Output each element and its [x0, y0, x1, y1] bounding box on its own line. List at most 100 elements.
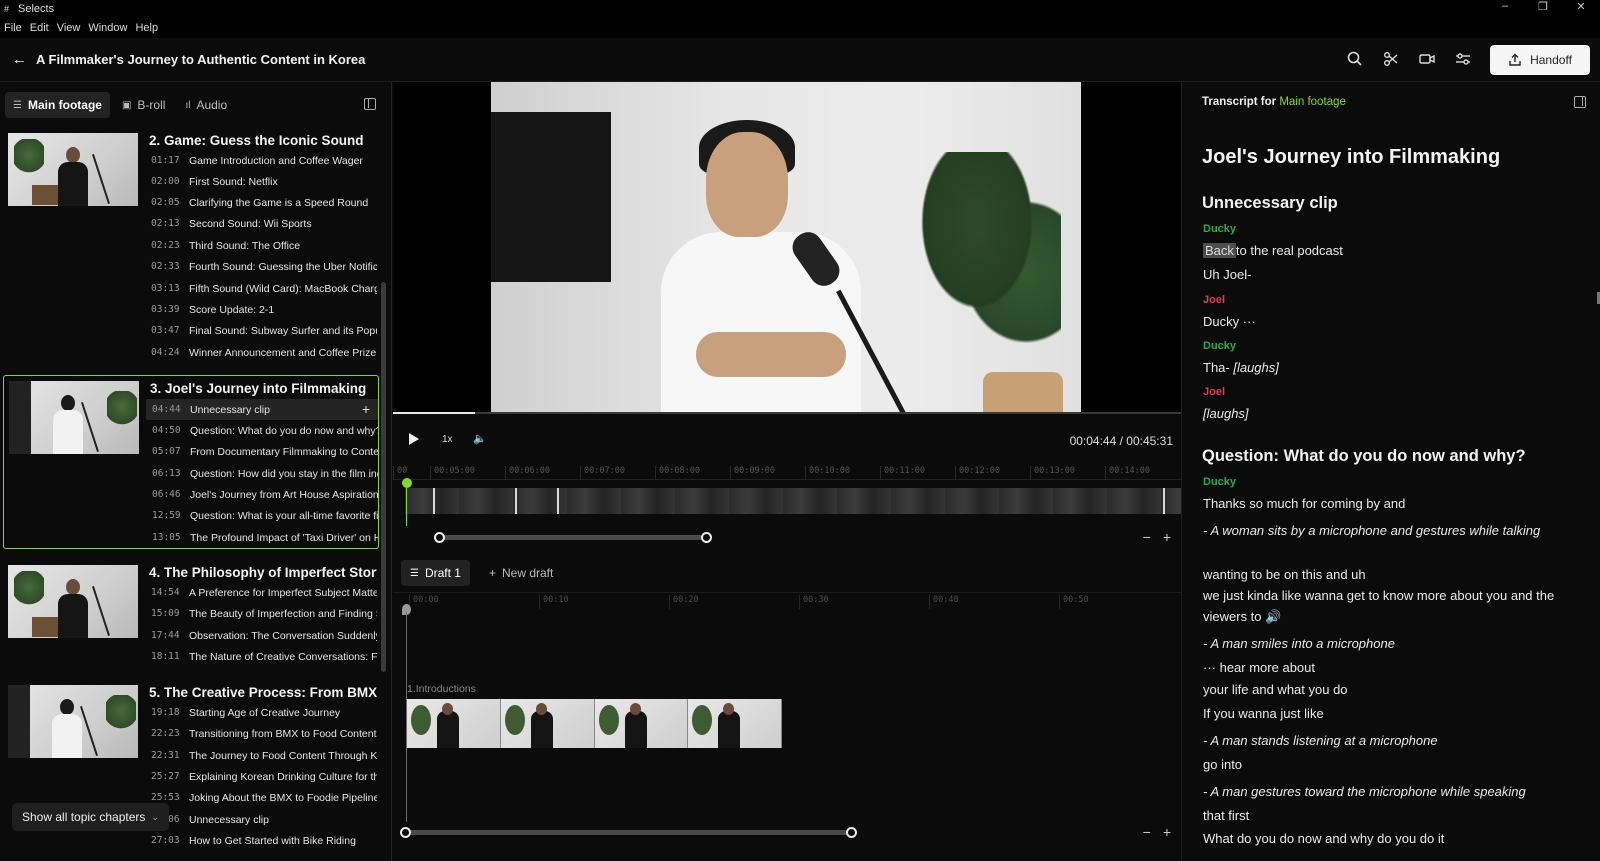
chapter-card[interactable]: 2. Game: Guess the Iconic Sound 01:17 Gam… [3, 128, 379, 368]
chapter-row[interactable]: 01:17 Game Introduction and Coffee Wager [145, 150, 377, 171]
chapter-row[interactable]: 22:23 Transitioning from BMX to Food Cont… [145, 723, 377, 744]
draft-zoom-end-handle[interactable] [846, 827, 857, 838]
transcript-line[interactable]: Back to the real podcast [1203, 240, 1563, 261]
tab-main-footage[interactable]: ☰ Main footage [5, 92, 110, 118]
transcript-line[interactable]: your life and what you do [1203, 679, 1563, 700]
chapter-row[interactable]: 06:13 Question: How did you stay in the f… [146, 463, 378, 484]
transcript-line[interactable]: What do you do now and why do you do it [1203, 828, 1563, 849]
broll-description[interactable]: - A man smiles into a microphone [1203, 633, 1563, 654]
draft-clip[interactable] [407, 699, 782, 748]
broll-description[interactable]: - A man gestures toward the microphone w… [1203, 781, 1563, 802]
chapter-row[interactable]: 25:53 Joking About the BMX to Foodie Pipe… [145, 787, 377, 808]
broll-description[interactable]: - A woman sits by a microphone and gestu… [1203, 520, 1563, 541]
menu-view[interactable]: View [57, 22, 81, 34]
chapter-row[interactable]: 03:13 Fifth Sound (Wild Card): MacBook Ch… [145, 278, 377, 299]
draft-timeline-ruler[interactable]: 00:00 00:10 00:20 00:30 00:40 00:50 [393, 592, 1181, 609]
chapter-row[interactable]: 03:39 Score Update: 2-1 [145, 299, 377, 320]
chapter-row[interactable]: 15:09 The Beauty of Imperfection and Find… [145, 603, 377, 624]
transcript-line[interactable]: Tha- [laughs] [1203, 357, 1563, 378]
chapter-card[interactable]: 5. The Creative Process: From BMX to Foo… [3, 680, 379, 861]
add-to-draft-icon[interactable]: + [362, 401, 370, 417]
zoom-in-icon[interactable]: + [1163, 824, 1171, 840]
chapter-row[interactable]: 05:07 From Documentary Filmmaking to Cont… [146, 441, 378, 462]
zoom-end-handle[interactable] [701, 532, 712, 543]
chapter-card[interactable]: 4. The Philosophy of Imperfect Storytell… [3, 560, 379, 670]
menu-help[interactable]: Help [135, 22, 158, 34]
search-icon[interactable] [1346, 50, 1364, 68]
chapter-title: 4. The Philosophy of Imperfect Storytell… [149, 565, 377, 580]
menu-file[interactable]: File [4, 22, 22, 34]
scissors-icon[interactable] [1382, 50, 1400, 68]
handoff-button[interactable]: Handoff [1490, 45, 1590, 75]
chapter-row-active[interactable]: 04:44 Unnecessary clip + [146, 399, 378, 420]
chapter-row[interactable]: 02:05 Clarifying the Game is a Speed Roun… [145, 192, 377, 213]
restore-button[interactable]: ❐ [1524, 0, 1562, 13]
draft-zoom-start-handle[interactable] [400, 827, 411, 838]
chapter-card-selected[interactable]: 3. Joel's Journey into Filmmaking 04:44 U… [3, 375, 379, 549]
speaker-label: Ducky [1203, 476, 1237, 488]
chapter-row[interactable]: 12:59 Question: What is your all-time fav… [146, 505, 378, 526]
tab-draft-1[interactable]: ☰ Draft 1 [401, 560, 470, 586]
chapter-row[interactable]: 02:23 Third Sound: The Office [145, 235, 377, 256]
draft-zoom-scrollbar[interactable] [405, 830, 851, 835]
chapter-row[interactable]: 14:54 A Preference for Imperfect Subject … [145, 582, 377, 603]
chapter-row[interactable]: 02:33 Fourth Sound: Guessing the Uber Not… [145, 256, 377, 277]
chapter-row[interactable]: 13:05 The Profound Impact of 'Taxi Driver… [146, 527, 378, 548]
highlighted-word[interactable]: Back [1203, 243, 1236, 258]
zoom-start-handle[interactable] [434, 532, 445, 543]
back-arrow-icon[interactable]: ← [12, 51, 28, 68]
chapter-row[interactable]: 19:18 Starting Age of Creative Journey [145, 702, 377, 723]
chapter-row[interactable]: 03:47 Final Sound: Subway Surfer and its … [145, 320, 377, 341]
chapter-row[interactable]: 04:24 Winner Announcement and Coffee Priz… [145, 342, 377, 363]
menu-edit[interactable]: Edit [30, 22, 49, 34]
chapter-row[interactable]: 25:27 Explaining Korean Drinking Culture … [145, 766, 377, 787]
video-player[interactable] [393, 82, 1181, 414]
chapter-row[interactable]: 02:13 Second Sound: Wii Sports [145, 213, 377, 234]
source-timeline-ruler[interactable]: 00 00:05:00 00:06:00 00:07:00 00:08:00 0… [393, 464, 1181, 480]
chapter-row[interactable]: 27:03 How to Get Started with Bike Riding [145, 830, 377, 851]
zoom-in-icon[interactable]: + [1163, 529, 1171, 545]
chapter-row[interactable]: 22:31 The Journey to Food Content Through… [145, 745, 377, 766]
close-button[interactable]: ✕ [1562, 0, 1600, 13]
playback-controls: 1x 🔈 00:04:44 / 00:45:31 [393, 420, 1181, 460]
chapter-row[interactable]: 06:46 Joel's Journey from Art House Aspir… [146, 484, 378, 505]
source-filmstrip[interactable] [405, 488, 1181, 514]
transcript-line[interactable]: ··· hear more about [1203, 657, 1563, 678]
transcript-line[interactable]: that first [1203, 805, 1563, 826]
collapse-transcript-icon[interactable] [1574, 96, 1586, 108]
sliders-icon[interactable] [1454, 50, 1472, 68]
chapter-row[interactable]: 18:11 The Nature of Creative Conversation… [145, 646, 377, 667]
transcript-line[interactable]: Uh Joel- [1203, 264, 1563, 285]
playhead-handle[interactable] [402, 478, 412, 488]
chapter-row[interactable]: 17:44 Observation: The Conversation Sudde… [145, 625, 377, 646]
video-camera-icon[interactable] [1418, 50, 1436, 68]
transcript-line[interactable]: we just kinda like wanna get to know mor… [1203, 585, 1563, 627]
volume-icon[interactable]: 🔈 [473, 432, 487, 445]
speed-button[interactable]: 1x [442, 434, 453, 445]
broll-description[interactable]: - A man stands listening at a microphone [1203, 730, 1563, 751]
source-zoom-scrollbar[interactable] [439, 535, 707, 540]
tab-b-roll[interactable]: ▣ B-roll [114, 92, 173, 118]
plus-icon: + [488, 566, 496, 580]
chapter-row[interactable]: 02:00 First Sound: Netflix [145, 171, 377, 192]
chapter-row[interactable]: 04:50 Question: What do you do now and wh… [146, 420, 378, 441]
menu-window[interactable]: Window [88, 22, 127, 34]
chapters-scrollbar[interactable] [381, 282, 386, 672]
collapse-panel-icon[interactable] [364, 98, 376, 110]
transcript-line[interactable]: [laughs] [1203, 403, 1563, 424]
play-icon[interactable] [409, 433, 419, 445]
transcript-line[interactable]: Ducky ··· [1203, 311, 1563, 332]
minimize-button[interactable]: – [1486, 0, 1524, 13]
new-draft-button[interactable]: + New draft [480, 560, 562, 586]
zoom-out-icon[interactable]: − [1143, 824, 1151, 840]
tab-audio[interactable]: ıl Audio [177, 92, 235, 118]
video-progress-bar[interactable] [393, 412, 1181, 414]
show-all-chapters-dropdown[interactable]: Show all topic chapters ⌄ [12, 803, 169, 831]
transcript-line[interactable]: Thanks so much for coming by and [1203, 493, 1563, 514]
zoom-out-icon[interactable]: − [1143, 529, 1151, 545]
transcript-line[interactable]: go into [1203, 754, 1563, 775]
transcript-line[interactable]: If you wanna just like [1203, 703, 1563, 724]
speaker-label: Joel [1203, 294, 1226, 306]
transcript-line[interactable]: wanting to be on this and uh [1203, 564, 1563, 585]
chapter-row[interactable]: 26:06Unnecessary clip [145, 809, 377, 830]
